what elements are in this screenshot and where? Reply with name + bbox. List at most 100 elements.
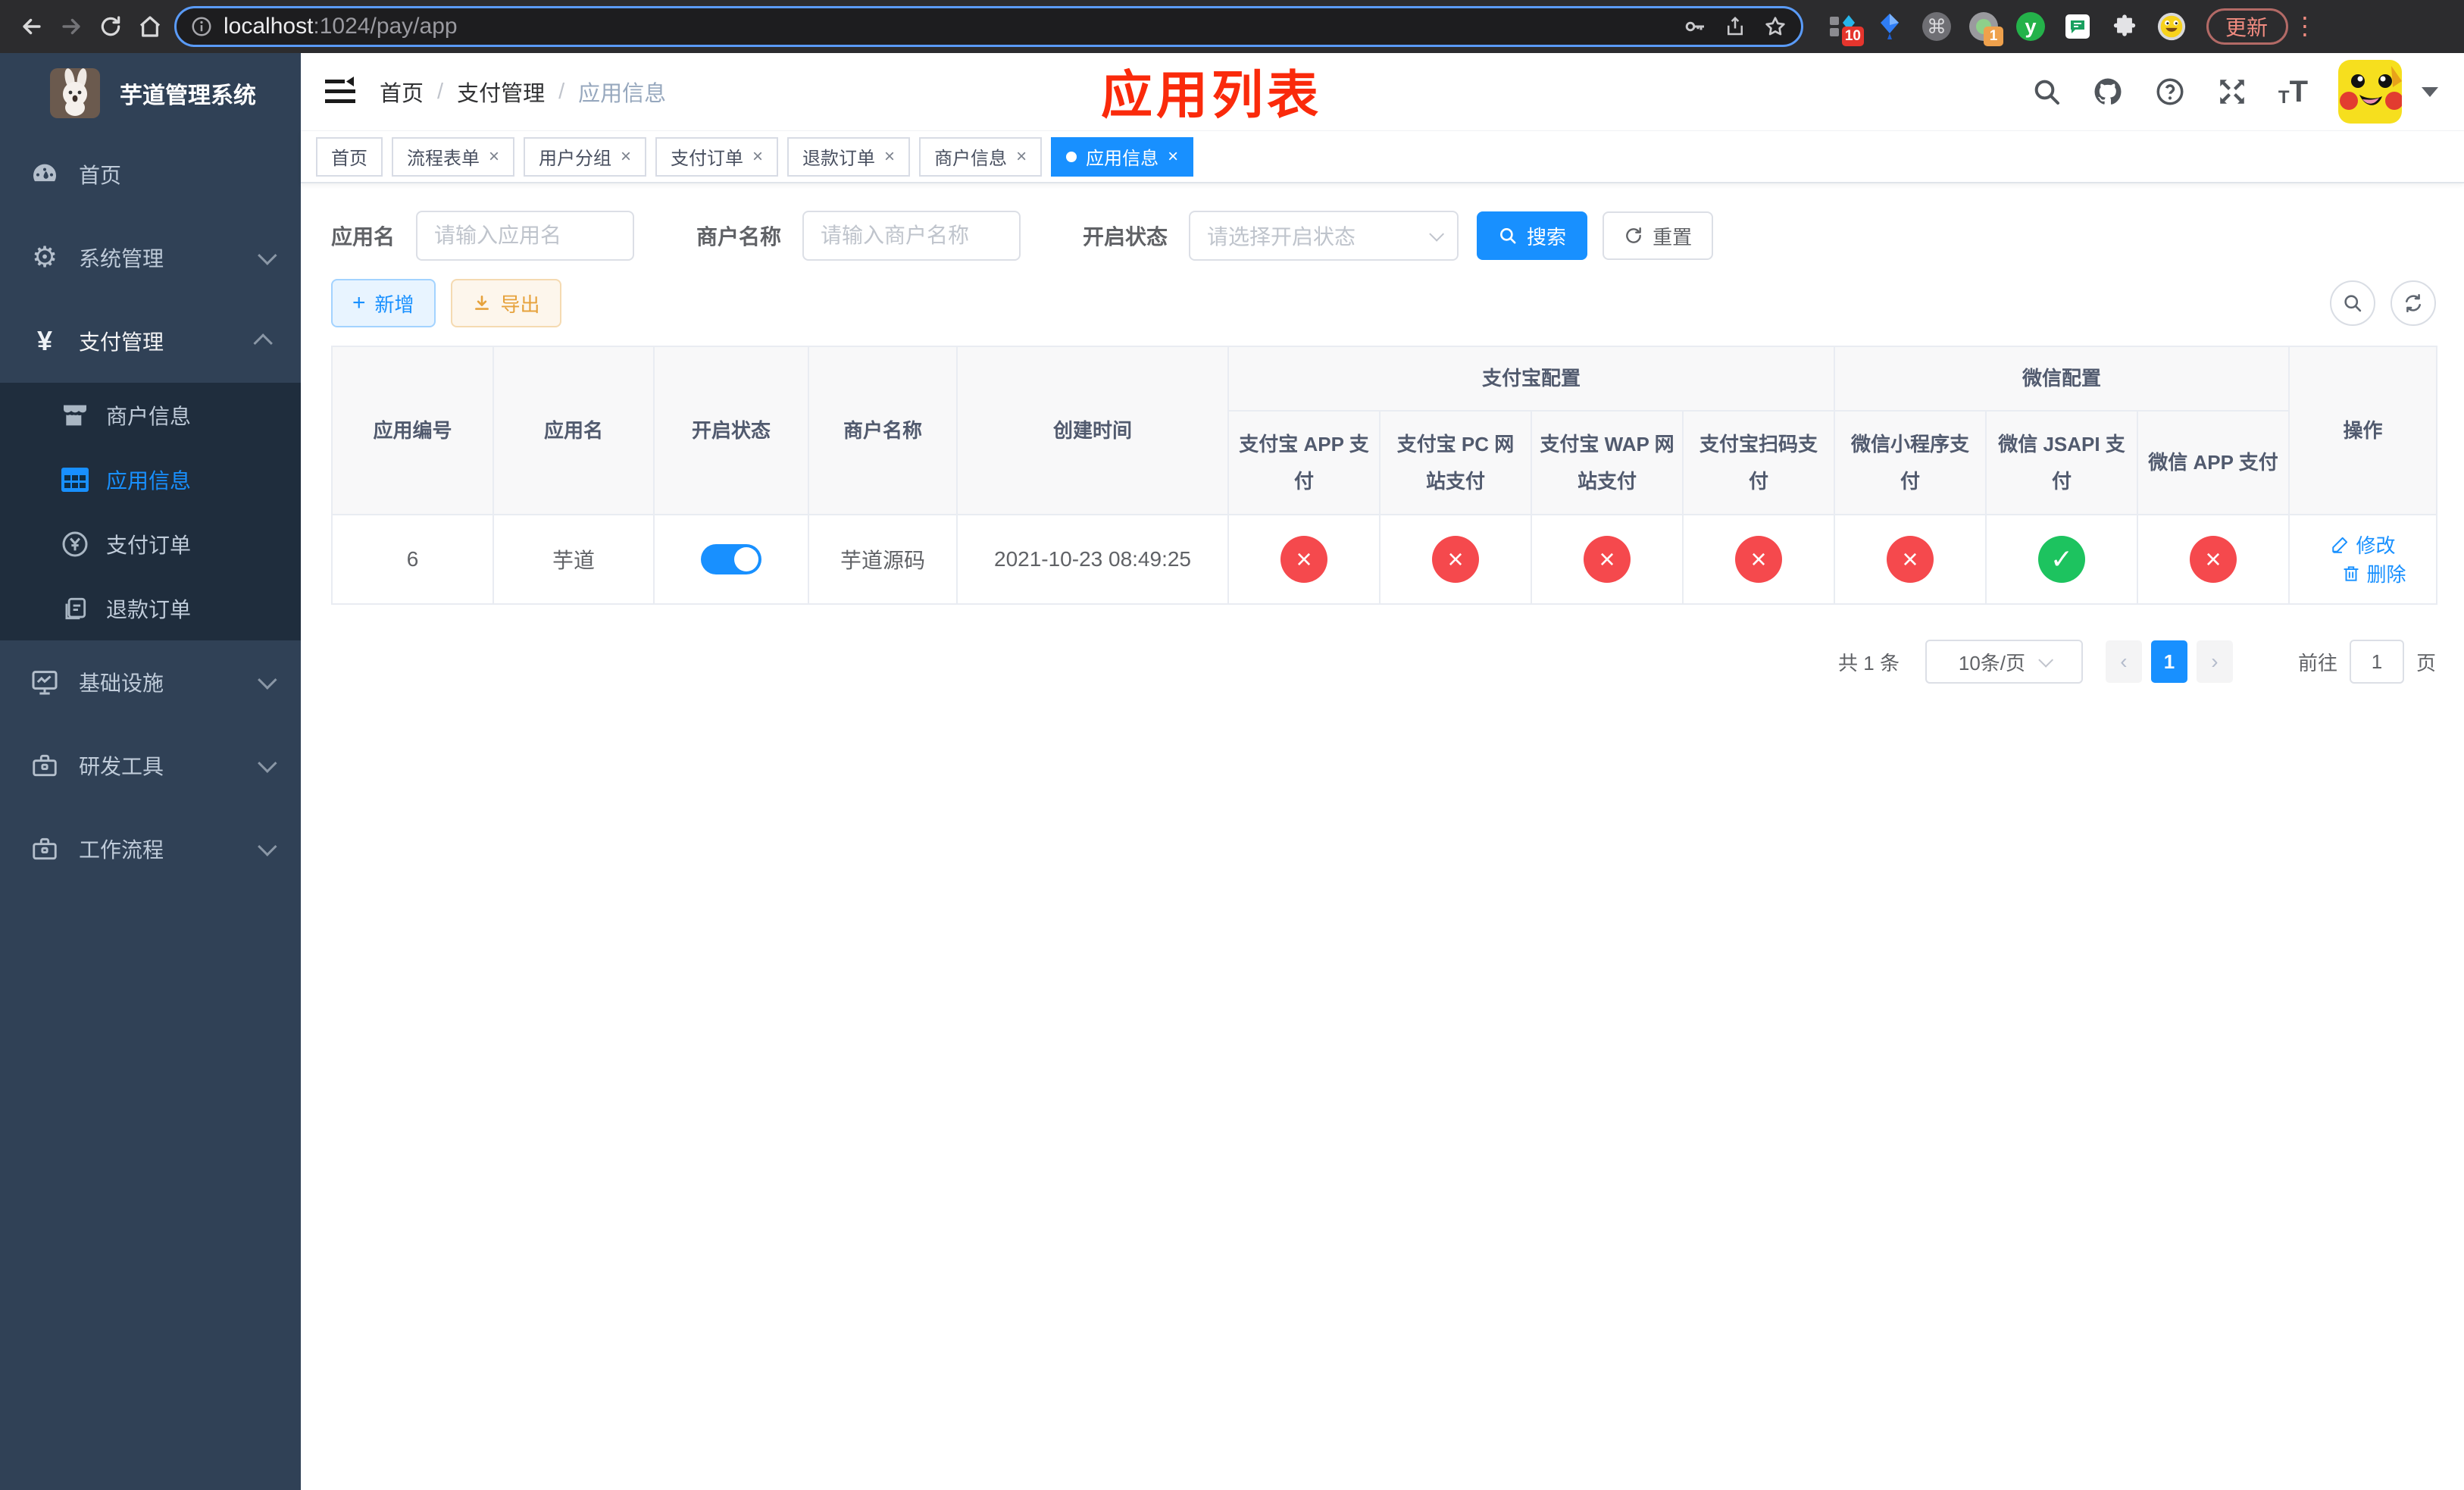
browser-profile-avatar[interactable]	[2156, 11, 2187, 42]
site-info-icon[interactable]	[190, 15, 213, 38]
sidebar-item-label: 首页	[79, 164, 122, 187]
breadcrumb: 首页 / 支付管理 / 应用信息	[380, 76, 666, 108]
add-button[interactable]: + 新增	[331, 279, 436, 327]
close-icon[interactable]: ×	[489, 146, 499, 167]
page-number-1[interactable]: 1	[2150, 640, 2187, 683]
app-title: 芋道管理系统	[120, 83, 256, 108]
status-badge: ×	[1887, 536, 1934, 583]
tab-pay-order[interactable]: 支付订单 ×	[655, 136, 779, 177]
cell-actions: 修改 删除	[2288, 514, 2438, 605]
home-icon[interactable]	[130, 7, 170, 46]
dashboard-icon	[27, 159, 62, 189]
chevron-down-icon	[258, 753, 277, 773]
tab-app-info[interactable]: 应用信息 ×	[1051, 136, 1194, 177]
col-app-name: 应用名	[492, 346, 655, 515]
delete-link[interactable]: 删除	[2341, 559, 2406, 587]
breadcrumb-section[interactable]: 支付管理	[457, 76, 545, 108]
extensions-puzzle-icon[interactable]	[2109, 11, 2140, 42]
status-badge: ×	[1280, 536, 1327, 583]
share-icon[interactable]	[1724, 15, 1746, 38]
sidebar-item-refund-order[interactable]: 退款订单	[0, 576, 301, 640]
prev-page-button[interactable]: ‹	[2105, 640, 2142, 683]
tab-user-group[interactable]: 用户分组 ×	[524, 136, 647, 177]
col-group-wechat: 微信配置	[1834, 346, 2290, 412]
status-badge: ×	[1432, 536, 1479, 583]
tab-label: 首页	[331, 149, 367, 169]
sidebar-item-system[interactable]: ⚙ 系统管理	[0, 216, 301, 299]
forward-icon[interactable]	[52, 7, 91, 46]
sidebar-item-home[interactable]: 首页	[0, 133, 301, 216]
goto-page-input[interactable]	[2349, 640, 2404, 684]
browser-update-button[interactable]: 更新	[2206, 8, 2289, 45]
close-icon[interactable]: ×	[1168, 146, 1178, 167]
close-icon[interactable]: ×	[884, 146, 895, 167]
search-icon[interactable]	[2031, 77, 2062, 107]
github-icon[interactable]	[2092, 76, 2124, 108]
tab-refund-order[interactable]: 退款订单 ×	[787, 136, 911, 177]
password-key-icon[interactable]	[1683, 14, 1707, 39]
app-logo[interactable]: 芋道管理系统	[0, 53, 301, 133]
filter-form: 应用名 商户名称 开启状态 请选择开启状态 搜索	[331, 211, 2436, 261]
sidebar-item-app-info[interactable]: 应用信息	[0, 447, 301, 512]
sidebar-item-dev-tools[interactable]: 研发工具	[0, 724, 301, 807]
close-icon[interactable]: ×	[621, 146, 631, 167]
active-dot	[1066, 151, 1077, 162]
page-unit-label: 页	[2416, 651, 2436, 675]
app-name-input[interactable]	[416, 211, 635, 261]
font-size-icon[interactable]: TT	[2278, 77, 2308, 107]
url-bar[interactable]: localhost:1024/pay/app	[174, 6, 1803, 47]
toggle-search-button[interactable]	[2330, 280, 2375, 326]
gear-icon: ⚙	[31, 242, 58, 274]
fullscreen-icon[interactable]	[2216, 76, 2248, 108]
merchant-name-input[interactable]	[802, 211, 1021, 261]
col-group-alipay: 支付宝配置	[1227, 346, 1836, 412]
col-wx-app: 微信 APP 支付	[2137, 410, 2290, 515]
chevron-down-icon	[258, 670, 277, 690]
extension-badge: 10	[1841, 27, 1864, 46]
cell-merchant: 芋道源码	[808, 514, 958, 605]
sidebar-item-workflow[interactable]: 工作流程	[0, 807, 301, 891]
sidebar-fold-icon[interactable]	[324, 77, 357, 107]
extension-command-icon[interactable]: ⌘	[1921, 11, 1952, 42]
tab-process-form[interactable]: 流程表单 ×	[392, 136, 515, 177]
help-icon[interactable]	[2154, 76, 2186, 108]
user-avatar[interactable]	[2338, 60, 2402, 124]
breadcrumb-home[interactable]: 首页	[380, 76, 424, 108]
reset-button[interactable]: 重置	[1603, 211, 1714, 260]
browser-menu-icon[interactable]: ⋮	[2293, 14, 2317, 38]
next-page-button[interactable]: ›	[2196, 640, 2233, 683]
tab-label: 流程表单	[407, 149, 480, 169]
row-status-switch[interactable]	[701, 544, 761, 574]
page-size-select[interactable]: 10条/页	[1925, 640, 2083, 684]
bookmark-star-icon[interactable]	[1763, 14, 1787, 39]
url-text: localhost:1024/pay/app	[224, 14, 458, 39]
cell-alipay-qr: ×	[1681, 514, 1836, 605]
back-icon[interactable]	[12, 7, 52, 46]
search-button[interactable]: 搜索	[1477, 211, 1588, 260]
status-badge: ×	[1735, 536, 1782, 583]
delete-trash-icon	[2343, 565, 2359, 581]
extension-kite-icon[interactable]	[1875, 11, 1905, 42]
sidebar-item-pay-order[interactable]: 支付订单	[0, 512, 301, 576]
extension-proxy-icon[interactable]: 1	[1968, 11, 2003, 46]
export-button[interactable]: 导出	[450, 279, 561, 327]
breadcrumb-separator: /	[437, 79, 444, 104]
refresh-button[interactable]	[2391, 280, 2436, 326]
sidebar-item-merchant-info[interactable]: 商户信息	[0, 383, 301, 447]
extension-y-icon[interactable]: y	[2015, 11, 2046, 42]
tab-merchant-info[interactable]: 商户信息 ×	[919, 136, 1043, 177]
edit-link[interactable]: 修改	[2331, 531, 2396, 559]
tab-home[interactable]: 首页	[316, 136, 383, 177]
chevron-down-icon	[258, 837, 277, 856]
extension-vue-icon[interactable]: 10	[1828, 11, 1864, 46]
avatar-caret-icon[interactable]	[2422, 86, 2438, 97]
extension-chat-icon[interactable]	[2062, 11, 2093, 42]
sidebar-item-infrastructure[interactable]: 基础设施	[0, 640, 301, 724]
sidebar-item-payment[interactable]: ¥ 支付管理	[0, 299, 301, 383]
status-select[interactable]: 请选择开启状态	[1189, 211, 1459, 261]
close-icon[interactable]: ×	[752, 146, 763, 167]
close-icon[interactable]: ×	[1016, 146, 1027, 167]
tags-view: 首页 流程表单 × 用户分组 × 支付订单 × 退款订单 × 商户信息 × 应用信息 ×	[301, 130, 2464, 183]
reload-icon[interactable]	[91, 7, 130, 46]
cell-app-id: 6	[331, 514, 494, 605]
